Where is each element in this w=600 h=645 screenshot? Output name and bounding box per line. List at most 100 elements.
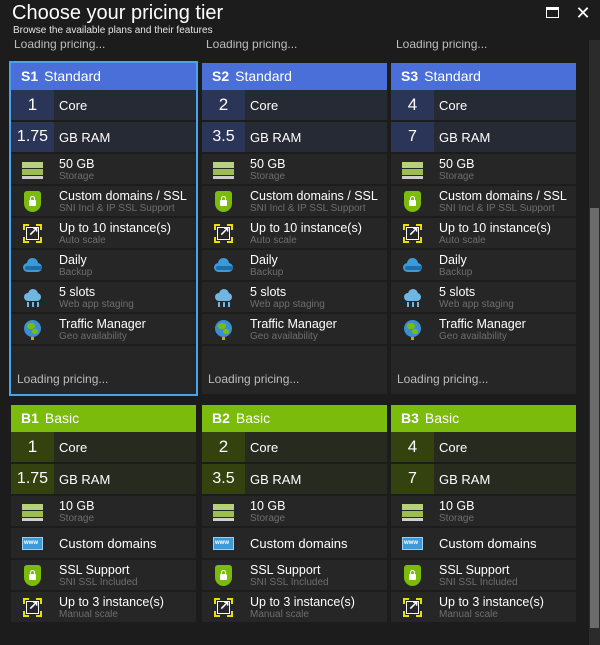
staging-slots-icon xyxy=(402,287,423,308)
close-button[interactable]: ✕ xyxy=(574,4,592,22)
feature-backup: Daily Backup xyxy=(11,250,196,282)
tier-card-s1[interactable]: S1 Standard 1 Core 1.75 GB RAM 50 GB Stor… xyxy=(9,61,198,396)
cores-value: 4 xyxy=(407,437,418,456)
feature-scale: ↗ Up to 10 instance(s) Auto scale xyxy=(202,218,387,250)
feature-storage: 50 GB Storage xyxy=(11,154,196,186)
blade-header: Choose your pricing tier Browse the avai… xyxy=(0,0,600,40)
ssl-shield-icon xyxy=(22,565,43,586)
feature-scale: ↗ Up to 3 instance(s) Manual scale xyxy=(202,592,387,624)
scale-icon: ↗ xyxy=(402,223,423,244)
storage-drive-icon xyxy=(213,501,234,522)
feature-slots: 5 slots Web app staging xyxy=(11,282,196,314)
tier-card-b1[interactable]: B1 Basic 1 Core 1.75 GB RAM 10 GB Storage… xyxy=(11,405,196,624)
tier-list[interactable]: Loading pricing... Loading pricing... Lo… xyxy=(0,40,600,645)
tier-header: B2 Basic xyxy=(202,405,387,432)
storage-value: 10 GB xyxy=(250,499,286,513)
ssl-shield-icon xyxy=(402,191,423,212)
traffic-sub: Geo availability xyxy=(250,331,318,342)
traffic-value: Traffic Manager xyxy=(439,317,526,331)
feature-cores: 1 Core xyxy=(11,90,196,122)
feature-ram: 1.75 GB RAM xyxy=(11,122,196,154)
loading-text-prev-1: Loading pricing... xyxy=(14,40,106,51)
storage-sub: Storage xyxy=(439,171,475,182)
feature-traffic: Traffic Manager Geo availability xyxy=(202,314,387,346)
tier-code: S1 xyxy=(21,68,39,84)
feature-storage: 50 GB Storage xyxy=(391,154,576,186)
cores-value: 1 xyxy=(27,437,38,456)
scale-sub: Auto scale xyxy=(59,235,106,246)
backup-sub: Backup xyxy=(59,267,93,278)
tier-name: Standard xyxy=(44,68,101,84)
close-icon: ✕ xyxy=(575,3,591,23)
ram-value: 3.5 xyxy=(212,128,235,145)
storage-drive-icon xyxy=(402,159,423,180)
ssl-value: SSL Support xyxy=(250,563,321,577)
feature-scale: ↗ Up to 3 instance(s) Manual scale xyxy=(391,592,576,624)
traffic-sub: Geo availability xyxy=(439,331,507,342)
scale-sub: Auto scale xyxy=(250,235,297,246)
storage-value: 50 GB xyxy=(59,157,95,171)
cores-label: Core xyxy=(250,98,279,113)
scale-value: Up to 3 instance(s) xyxy=(439,595,544,609)
ram-value: 7 xyxy=(408,128,417,145)
scale-icon: ↗ xyxy=(402,597,423,618)
tier-name: Standard xyxy=(424,68,481,84)
tier-header: S2 Standard xyxy=(202,63,387,90)
www-icon: www xyxy=(22,533,43,554)
maximize-icon xyxy=(546,7,559,18)
scrollbar[interactable] xyxy=(589,40,600,645)
feature-cores: 2 Core xyxy=(202,90,387,122)
feature-ram: 3.5 GB RAM xyxy=(202,122,387,154)
storage-sub: Storage xyxy=(250,171,286,182)
feature-domains: www Custom domains xyxy=(11,528,196,560)
scrollbar-thumb[interactable] xyxy=(590,208,599,628)
ram-label: GB RAM xyxy=(250,472,302,487)
feature-traffic: Traffic Manager Geo availability xyxy=(391,314,576,346)
feature-cores: 4 Core xyxy=(391,90,576,122)
backup-sub: Backup xyxy=(250,267,284,278)
feature-ram: 7 GB RAM xyxy=(391,464,576,496)
loading-pricing-text: Loading pricing... xyxy=(397,372,489,386)
storage-drive-icon xyxy=(22,501,43,522)
slots-value: 5 slots xyxy=(439,285,476,299)
tier-header: S1 Standard xyxy=(11,63,196,90)
backup-cloud-icon xyxy=(213,255,234,276)
slots-sub: Web app staging xyxy=(439,299,514,310)
cores-value: 2 xyxy=(218,437,229,456)
feature-ram: 1.75 GB RAM xyxy=(11,464,196,496)
scale-sub: Manual scale xyxy=(250,609,309,620)
feature-traffic: Traffic Manager Geo availability xyxy=(11,314,196,346)
tier-name: Basic xyxy=(44,410,80,426)
tier-code: B3 xyxy=(401,410,419,426)
domains-value: Custom domains / SSL xyxy=(250,189,378,203)
ssl-value: SSL Support xyxy=(59,563,130,577)
staging-slots-icon xyxy=(22,287,43,308)
domains-value: Custom domains xyxy=(250,536,348,551)
tier-card-s2[interactable]: S2 Standard 2 Core 3.5 GB RAM 50 GB Stora… xyxy=(202,63,387,394)
feature-cores: 2 Core xyxy=(202,432,387,464)
maximize-button[interactable] xyxy=(544,4,562,22)
ssl-sub: SNI SSL Included xyxy=(59,577,138,588)
globe-icon xyxy=(22,319,43,340)
ram-label: GB RAM xyxy=(439,472,491,487)
storage-value: 10 GB xyxy=(439,499,475,513)
tier-card-s3[interactable]: S3 Standard 4 Core 7 GB RAM 50 GB Storage… xyxy=(391,63,576,394)
domains-value: Custom domains / SSL xyxy=(59,189,187,203)
slots-value: 5 slots xyxy=(250,285,287,299)
domains-sub: SNI Incl & IP SSL Support xyxy=(439,203,555,214)
backup-value: Daily xyxy=(439,253,467,267)
scale-sub: Manual scale xyxy=(59,609,118,620)
loading-pricing-text: Loading pricing... xyxy=(208,372,300,386)
ssl-value: SSL Support xyxy=(439,563,510,577)
scale-value: Up to 3 instance(s) xyxy=(59,595,164,609)
storage-value: 10 GB xyxy=(59,499,95,513)
feature-slots: 5 slots Web app staging xyxy=(202,282,387,314)
ssl-shield-icon xyxy=(213,565,234,586)
domains-sub: SNI Incl & IP SSL Support xyxy=(59,203,175,214)
tier-card-b2[interactable]: B2 Basic 2 Core 3.5 GB RAM 10 GB Storage … xyxy=(202,405,387,624)
tier-card-b3[interactable]: B3 Basic 4 Core 7 GB RAM 10 GB Storage ww… xyxy=(391,405,576,624)
cores-label: Core xyxy=(439,98,468,113)
storage-drive-icon xyxy=(22,159,43,180)
tier-name: Standard xyxy=(235,68,292,84)
ssl-sub: SNI SSL Included xyxy=(439,577,518,588)
